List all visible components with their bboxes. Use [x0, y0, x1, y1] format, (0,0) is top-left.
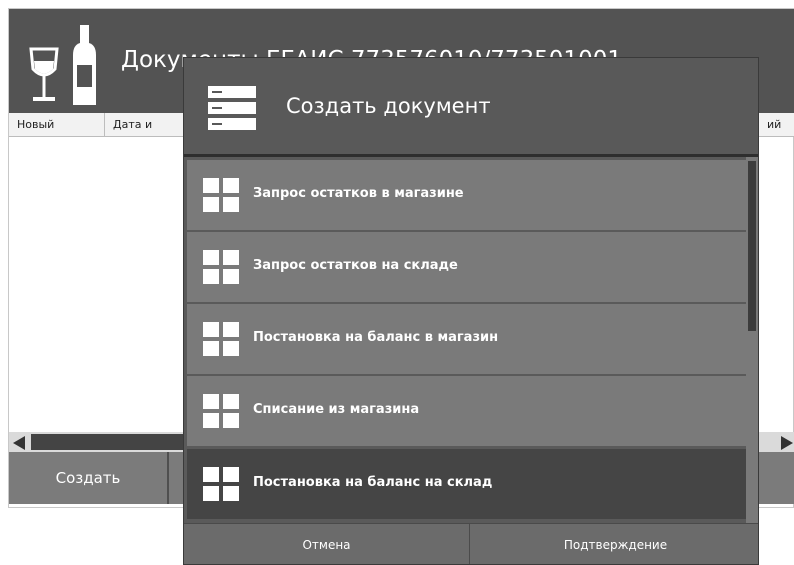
column-header-comment[interactable]: ий — [759, 113, 794, 137]
wine-bottle-glass-icon — [29, 25, 96, 105]
list-item-label: Списание из магазина — [253, 402, 420, 417]
arrow-right-icon[interactable] — [781, 436, 793, 450]
list-item-selected[interactable]: Постановка на баланс на склад — [187, 449, 746, 519]
list-item[interactable]: Списание из магазина — [187, 376, 746, 446]
column-header-date[interactable]: Дата и — [105, 113, 195, 137]
list-item-label: Запрос остатков в магазине — [253, 186, 464, 201]
list-item[interactable]: Постановка на баланс в магазин — [187, 304, 746, 374]
list-item-label: Постановка на баланс в магазин — [253, 330, 499, 345]
dialog-title: Создать документ — [286, 94, 491, 118]
grid-icon — [203, 322, 239, 356]
vertical-scrollbar[interactable] — [746, 157, 758, 523]
scrollbar-thumb[interactable] — [748, 161, 756, 331]
scrollbar-thumb[interactable] — [31, 434, 191, 450]
list-item[interactable]: Запрос остатков в магазине — [187, 160, 746, 230]
list-item[interactable]: Запрос остатков на складе — [187, 232, 746, 302]
list-document-icon — [208, 86, 256, 130]
arrow-left-icon[interactable] — [13, 436, 25, 450]
create-document-dialog: Создать документ Запрос остатков в магаз… — [183, 57, 759, 565]
document-type-list: Запрос остатков в магазине Запрос остатк… — [184, 157, 758, 523]
confirm-button[interactable]: Подтверждение — [471, 524, 758, 564]
grid-icon — [203, 250, 239, 284]
list-item-label: Запрос остатков на складе — [253, 258, 458, 273]
grid-icon — [203, 394, 239, 428]
grid-icon — [203, 467, 239, 501]
cancel-button[interactable]: Отмена — [184, 524, 470, 564]
create-button[interactable]: Создать — [9, 452, 169, 504]
dialog-footer: Отмена Подтверждение — [184, 523, 758, 564]
grid-icon — [203, 178, 239, 212]
column-header-new[interactable]: Новый — [9, 113, 105, 137]
dialog-header: Создать документ — [184, 58, 758, 154]
list-item-label: Постановка на баланс на склад — [253, 475, 493, 490]
